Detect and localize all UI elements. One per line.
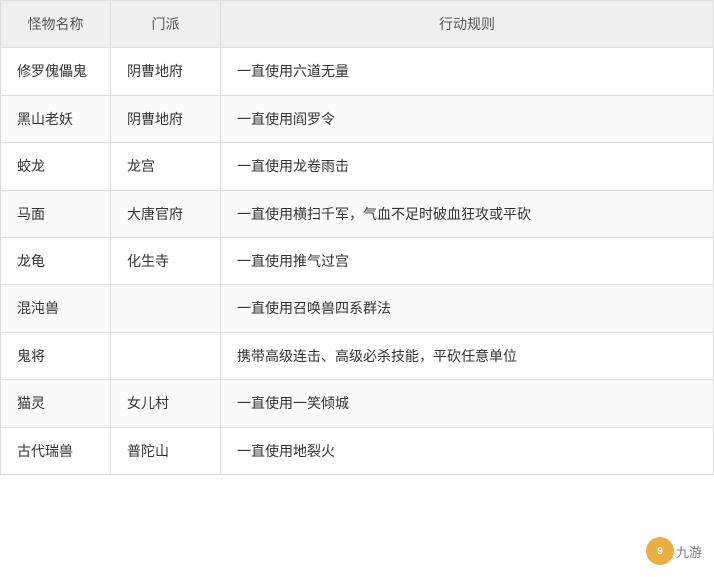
cell-rule: 一直使用六道无量 [221, 48, 714, 95]
header-name: 怪物名称 [1, 1, 111, 48]
cell-faction: 阴曹地府 [111, 95, 221, 142]
cell-faction: 化生寺 [111, 237, 221, 284]
cell-monster-name: 古代瑞兽 [1, 427, 111, 474]
cell-faction: 阴曹地府 [111, 48, 221, 95]
cell-monster-name: 混沌兽 [1, 285, 111, 332]
table-header-row: 怪物名称 门派 行动规则 [1, 1, 714, 48]
watermark: 9 九游 [646, 537, 702, 565]
cell-rule: 一直使用龙卷雨击 [221, 143, 714, 190]
cell-monster-name: 鬼将 [1, 332, 111, 379]
monster-table: 怪物名称 门派 行动规则 修罗傀儡鬼阴曹地府一直使用六道无量黑山老妖阴曹地府一直… [0, 0, 714, 475]
cell-faction [111, 285, 221, 332]
cell-faction: 龙宫 [111, 143, 221, 190]
watermark-text: 九游 [676, 542, 702, 561]
table-row: 猫灵女儿村一直使用一笑倾城 [1, 380, 714, 427]
cell-monster-name: 龙龟 [1, 237, 111, 284]
cell-rule: 一直使用一笑倾城 [221, 380, 714, 427]
cell-rule: 一直使用地裂火 [221, 427, 714, 474]
cell-faction [111, 332, 221, 379]
watermark-logo-text: 9 [657, 546, 663, 557]
table-row: 龙龟化生寺一直使用推气过宫 [1, 237, 714, 284]
page-container: 怪物名称 门派 行动规则 修罗傀儡鬼阴曹地府一直使用六道无量黑山老妖阴曹地府一直… [0, 0, 714, 577]
header-rule: 行动规则 [221, 1, 714, 48]
cell-faction: 女儿村 [111, 380, 221, 427]
cell-monster-name: 黑山老妖 [1, 95, 111, 142]
cell-rule: 一直使用阎罗令 [221, 95, 714, 142]
table-row: 马面大唐官府一直使用横扫千军，气血不足时破血狂攻或平砍 [1, 190, 714, 237]
cell-monster-name: 马面 [1, 190, 111, 237]
table-row: 蛟龙龙宫一直使用龙卷雨击 [1, 143, 714, 190]
table-row: 混沌兽 一直使用召唤兽四系群法 [1, 285, 714, 332]
table-row: 修罗傀儡鬼阴曹地府一直使用六道无量 [1, 48, 714, 95]
cell-rule: 一直使用推气过宫 [221, 237, 714, 284]
cell-rule: 一直使用横扫千军，气血不足时破血狂攻或平砍 [221, 190, 714, 237]
cell-rule: 一直使用召唤兽四系群法 [221, 285, 714, 332]
cell-faction: 普陀山 [111, 427, 221, 474]
cell-rule: 携带高级连击、高级必杀技能，平砍任意单位 [221, 332, 714, 379]
watermark-logo: 9 [646, 537, 674, 565]
table-row: 鬼将 携带高级连击、高级必杀技能，平砍任意单位 [1, 332, 714, 379]
header-faction: 门派 [111, 1, 221, 48]
table-row: 黑山老妖阴曹地府一直使用阎罗令 [1, 95, 714, 142]
cell-monster-name: 蛟龙 [1, 143, 111, 190]
cell-monster-name: 修罗傀儡鬼 [1, 48, 111, 95]
cell-faction: 大唐官府 [111, 190, 221, 237]
cell-monster-name: 猫灵 [1, 380, 111, 427]
table-row: 古代瑞兽普陀山一直使用地裂火 [1, 427, 714, 474]
